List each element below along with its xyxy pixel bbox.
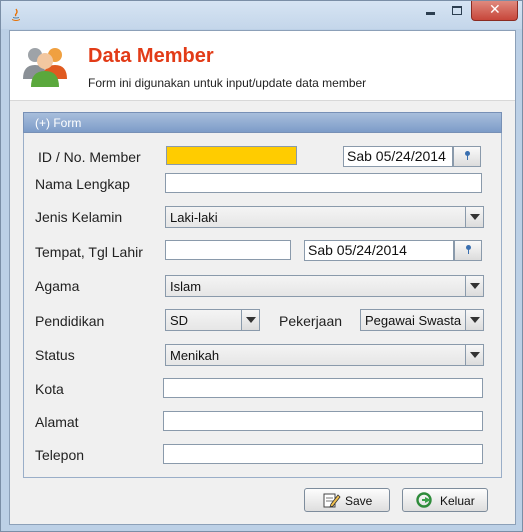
calendar-pin-icon [466,245,471,254]
save-button[interactable]: Save [304,488,390,512]
edit-icon [323,493,341,508]
telepon-field[interactable] [163,444,483,464]
agama-select[interactable]: Islam [165,275,484,297]
alamat-field[interactable] [163,411,483,431]
tgl-lahir-picker-button[interactable] [454,240,482,261]
tempat-lahir-field[interactable] [165,240,291,260]
form-section-header[interactable]: (+) Form [23,112,502,133]
form-section-label: (+) Form [35,116,82,130]
jenis-kelamin-value: Laki-laki [170,210,218,225]
alamat-label: Alamat [35,414,79,430]
header-panel: Data Member Form ini digunakan untuk inp… [10,31,515,101]
tempat-tgl-lahir-label: Tempat, Tgl Lahir [35,244,143,260]
users-icon [23,48,67,87]
id-member-field[interactable] [166,146,297,165]
calendar-pin-icon [465,151,470,160]
jenis-kelamin-label: Jenis Kelamin [35,209,123,225]
save-button-label: Save [345,494,373,508]
kota-field[interactable] [163,378,483,398]
title-bar[interactable]: ✕ [1,1,522,29]
chevron-down-icon[interactable] [465,276,483,296]
keluar-button[interactable]: Keluar [402,488,488,512]
registration-date-field[interactable]: Sab 05/24/2014 [343,146,453,167]
minimize-button[interactable] [417,1,443,21]
pekerjaan-label: Pekerjaan [279,313,343,329]
pekerjaan-select[interactable]: Pegawai Swasta [360,309,484,331]
status-label: Status [35,347,75,363]
pendidikan-select[interactable]: SD [165,309,260,331]
maximize-icon [452,6,462,15]
nama-lengkap-field[interactable] [165,173,482,193]
page-title: Data Member [88,45,214,67]
chevron-down-icon[interactable] [241,310,259,330]
status-select[interactable]: Menikah [165,344,484,366]
form-panel: Data Member Form ini digunakan untuk inp… [9,30,516,525]
pendidikan-label: Pendidikan [35,313,105,329]
kota-label: Kota [35,381,64,397]
app-window: ✕ Data Member Form ini digunakan untuk i… [0,0,523,532]
chevron-down-icon[interactable] [465,207,483,227]
java-icon [12,8,20,21]
agama-label: Agama [35,278,80,294]
jenis-kelamin-select[interactable]: Laki-laki [165,206,484,228]
telepon-label: Telepon [35,447,85,463]
agama-value: Islam [170,279,202,294]
close-icon: ✕ [489,2,501,18]
close-button[interactable]: ✕ [471,1,518,21]
registration-date-picker-button[interactable] [453,146,481,167]
tgl-lahir-field[interactable]: Sab 05/24/2014 [304,240,454,261]
maximize-button[interactable] [444,1,470,21]
id-label: ID / No. Member [38,149,141,165]
pendidikan-value: SD [170,313,189,328]
page-subtitle: Form ini digunakan untuk input/update da… [88,76,367,90]
chevron-down-icon[interactable] [465,310,483,330]
keluar-button-label: Keluar [440,494,475,508]
pekerjaan-value: Pegawai Swasta [365,313,462,328]
nama-label: Nama Lengkap [35,176,130,192]
exit-icon [416,492,432,508]
status-value: Menikah [170,348,220,363]
chevron-down-icon[interactable] [465,345,483,365]
minimize-icon [426,12,435,15]
